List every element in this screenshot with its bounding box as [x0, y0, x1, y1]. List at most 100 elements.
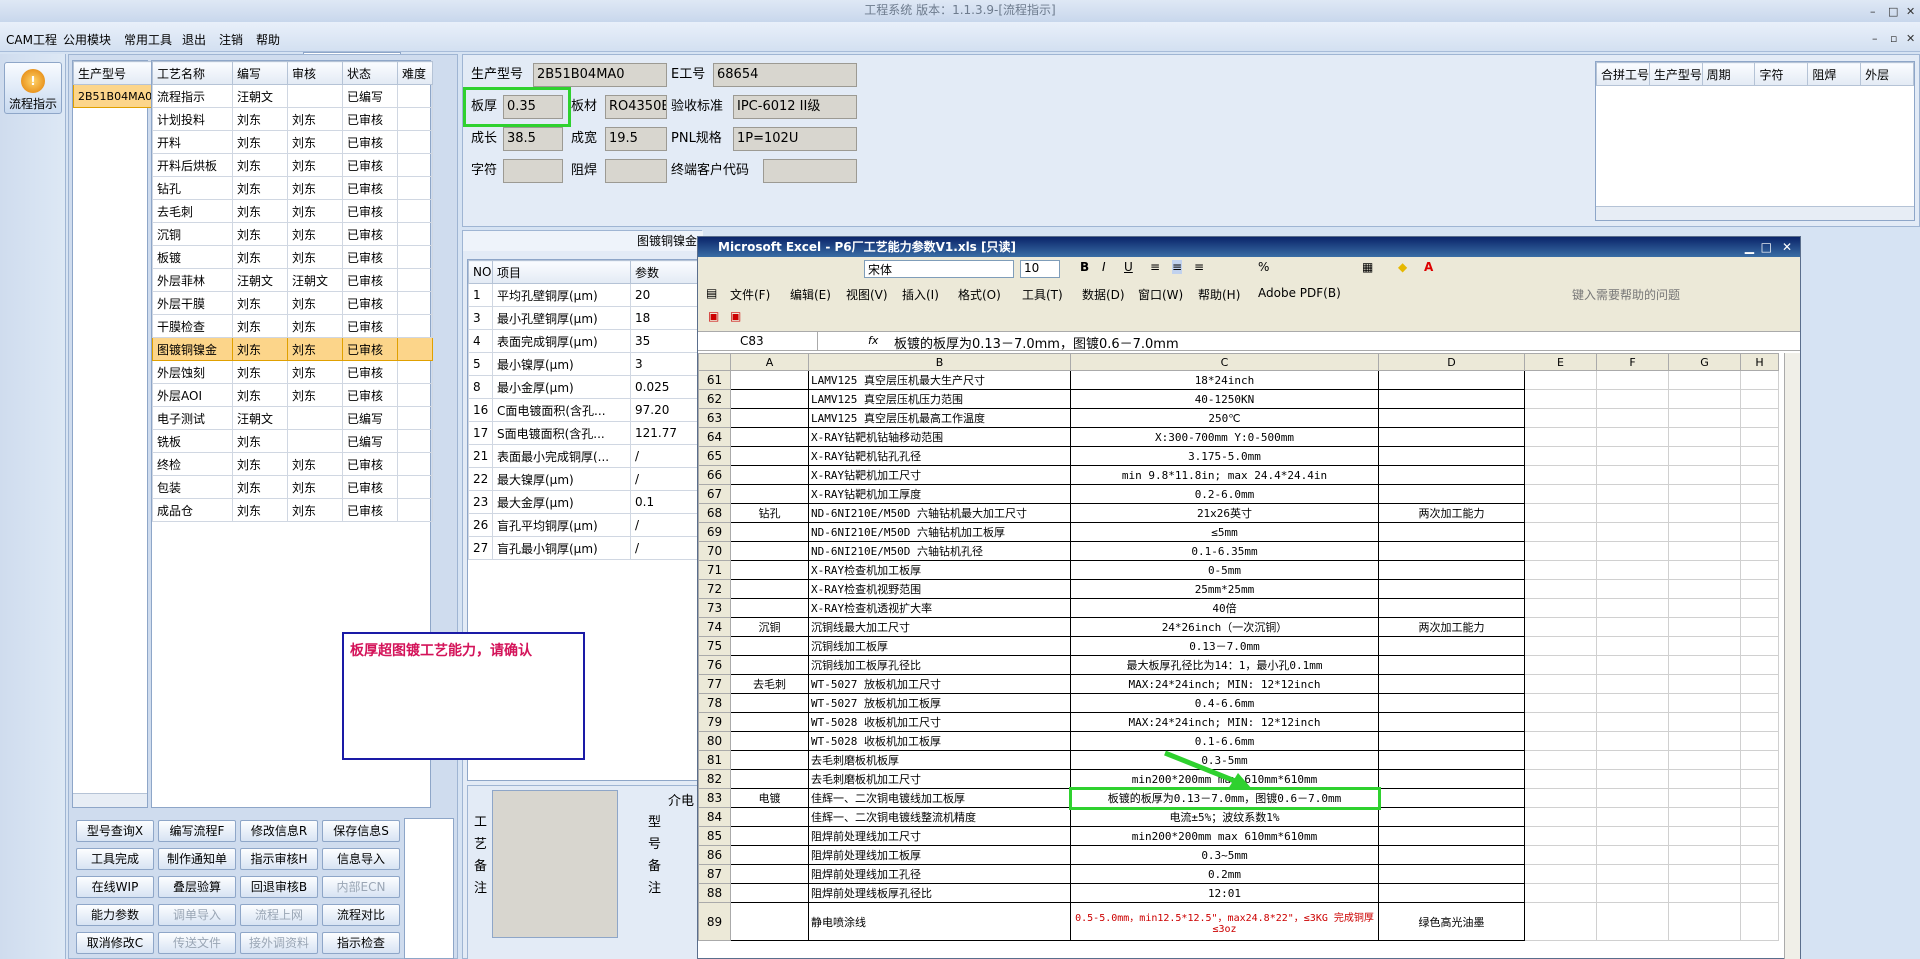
sheet-cell[interactable] — [1668, 579, 1741, 599]
sheet-cell[interactable] — [1378, 845, 1525, 865]
row-header[interactable]: 72 — [698, 579, 731, 599]
excel-help-box[interactable]: 键入需要帮助的问题 — [1572, 286, 1680, 303]
sheet-cell[interactable] — [1596, 617, 1669, 637]
row-header[interactable]: 82 — [698, 769, 731, 789]
sheet-cell[interactable] — [1378, 655, 1525, 675]
nav-flow-button[interactable]: ! 流程指示 — [4, 62, 62, 114]
action-button[interactable]: 编写流程F — [158, 820, 236, 842]
sheet-cell[interactable] — [1668, 560, 1741, 580]
excel-menu-tools[interactable]: 工具(T) — [1022, 286, 1063, 303]
sheet-cell[interactable] — [1596, 541, 1669, 561]
row-header[interactable]: 78 — [698, 693, 731, 713]
sheet-cell[interactable] — [1596, 750, 1669, 770]
sheet-cell[interactable] — [1740, 674, 1779, 694]
part-field[interactable]: 2B51B04MA0 — [533, 63, 667, 87]
row-header[interactable]: 75 — [698, 636, 731, 656]
sheet-row[interactable]: 75 沉铜线加工板厚 0.13－7.0mm — [698, 636, 1779, 656]
part-hscrollbar[interactable] — [73, 793, 147, 807]
sheet-cell[interactable] — [1524, 465, 1597, 485]
sheet-cell[interactable] — [1524, 408, 1597, 428]
sheet-cell[interactable] — [1740, 826, 1779, 846]
sheet-cell[interactable]: 0-5mm — [1070, 560, 1379, 580]
param-row[interactable]: 23 最大金厚(μm) 0.1 — [468, 490, 701, 514]
flow-row[interactable]: 沉铜 刘东 刘东 已审核 — [152, 222, 433, 246]
row-header[interactable]: 73 — [698, 598, 731, 618]
sheet-cell[interactable] — [1524, 712, 1597, 732]
sheet-cell[interactable] — [1668, 902, 1741, 941]
action-button[interactable]: 指示审核H — [240, 848, 318, 870]
sheet-cell[interactable]: min 9.8*11.8in; max 24.4*24.4in — [1070, 465, 1379, 485]
sheet-cell[interactable]: 250℃ — [1070, 408, 1379, 428]
sheet-cell[interactable] — [1378, 427, 1525, 447]
sheet-cell[interactable] — [1740, 731, 1779, 751]
column-header[interactable]: E — [1524, 353, 1597, 371]
maximize-icon[interactable]: □ — [1888, 2, 1898, 22]
sheet-row[interactable]: 69 ND-6NI210E/M50D 六轴钻机加工板厚 ≤5mm — [698, 522, 1779, 542]
sheet-cell[interactable] — [1668, 427, 1741, 447]
row-header[interactable]: 66 — [698, 465, 731, 485]
sheet-cell[interactable]: LAMV125 真空层压机最高工作温度 — [808, 408, 1071, 428]
sheet-cell[interactable] — [1596, 693, 1669, 713]
action-button[interactable]: 指示检查 — [322, 932, 400, 954]
sheet-cell[interactable]: X-RAY钻靶机钻孔孔径 — [808, 446, 1071, 466]
row-header[interactable]: 61 — [698, 370, 731, 390]
align-right-icon[interactable]: ≡ — [1194, 260, 1204, 274]
excel-menu-window[interactable]: 窗口(W) — [1138, 286, 1183, 303]
sheet-cell[interactable]: ≤5mm — [1070, 522, 1379, 542]
sheet-cell[interactable] — [1378, 408, 1525, 428]
row-header[interactable]: 83 — [698, 788, 731, 808]
flow-col-reviewer[interactable]: 审核 — [287, 61, 343, 85]
pnl-field[interactable]: 1P=102U — [733, 127, 857, 151]
spreadsheet[interactable]: A B C D E F G H 61 LAMV125 真空层压机最大生产尺寸 18*24inch 62… — [698, 353, 1779, 941]
sheet-cell[interactable] — [1740, 370, 1779, 390]
sheet-cell[interactable] — [1668, 503, 1741, 523]
percent-icon[interactable]: % — [1258, 260, 1269, 274]
sheet-cell[interactable] — [1740, 484, 1779, 504]
sheet-cell[interactable]: MAX:24*24inch; MIN: 12*12inch — [1070, 674, 1379, 694]
sheet-cell[interactable] — [1596, 902, 1669, 941]
merge-col-header[interactable]: 字符 — [1754, 62, 1809, 86]
sheet-cell[interactable] — [730, 560, 809, 580]
sheet-cell[interactable] — [1668, 465, 1741, 485]
row-header[interactable]: 80 — [698, 731, 731, 751]
sheet-cell[interactable] — [730, 693, 809, 713]
sheet-cell[interactable] — [1378, 598, 1525, 618]
sheet-cell[interactable]: 0.2mm — [1070, 864, 1379, 884]
param-row[interactable]: 1 平均孔壁铜厚(μm) 20 — [468, 283, 701, 307]
width-field[interactable]: 19.5 — [605, 127, 667, 151]
sheet-cell[interactable]: X-RAY检查机透视扩大率 — [808, 598, 1071, 618]
sheet-cell[interactable]: 去毛刺 — [730, 674, 809, 694]
param-row[interactable]: 16 C面电镀面积(含孔... 97.20 — [468, 398, 701, 422]
sheet-cell[interactable] — [1596, 769, 1669, 789]
menu-logout[interactable]: 注销 — [219, 31, 243, 48]
menu-exit[interactable]: 退出 — [182, 31, 206, 48]
sheet-cell[interactable] — [1378, 674, 1525, 694]
font-color-icon[interactable]: A — [1424, 260, 1433, 274]
param-col-value[interactable]: 参数 — [630, 260, 701, 284]
sheet-cell[interactable] — [1524, 389, 1597, 409]
sheet-cell[interactable]: 两次加工能力 — [1378, 617, 1525, 637]
mdi-restore-icon[interactable]: ▫ — [1890, 32, 1897, 45]
sheet-cell[interactable]: WT-5028 收板机加工尺寸 — [808, 712, 1071, 732]
sheet-cell[interactable] — [1740, 655, 1779, 675]
sheet-row[interactable]: 79 WT-5028 收板机加工尺寸 MAX:24*24inch; MIN: 12*… — [698, 712, 1779, 732]
flow-row[interactable]: 钻孔 刘东 刘东 已审核 — [152, 176, 433, 200]
sheet-cell[interactable] — [1596, 807, 1669, 827]
sheet-cell[interactable] — [1596, 845, 1669, 865]
sheet-cell[interactable] — [1378, 560, 1525, 580]
sheet-cell[interactable] — [1596, 427, 1669, 447]
sheet-cell[interactable] — [1378, 864, 1525, 884]
param-row[interactable]: 17 S面电镀面积(含孔... 121.77 — [468, 421, 701, 445]
row-header[interactable]: 89 — [698, 902, 731, 941]
sheet-cell[interactable] — [1596, 370, 1669, 390]
close-icon[interactable]: ✕ — [1906, 2, 1915, 22]
flow-row[interactable]: 外层蚀刻 刘东 刘东 已审核 — [152, 360, 433, 384]
column-header[interactable]: D — [1378, 353, 1525, 371]
action-button[interactable]: 调单导入 — [158, 904, 236, 926]
sheet-cell[interactable] — [1378, 807, 1525, 827]
sheet-cell[interactable] — [1596, 465, 1669, 485]
sheet-cell[interactable] — [1668, 788, 1741, 808]
formula-text[interactable]: 板镀的板厚为0.13－7.0mm，图镀0.6－7.0mm — [894, 333, 1179, 352]
row-header[interactable]: 71 — [698, 560, 731, 580]
sheet-cell[interactable] — [1524, 446, 1597, 466]
